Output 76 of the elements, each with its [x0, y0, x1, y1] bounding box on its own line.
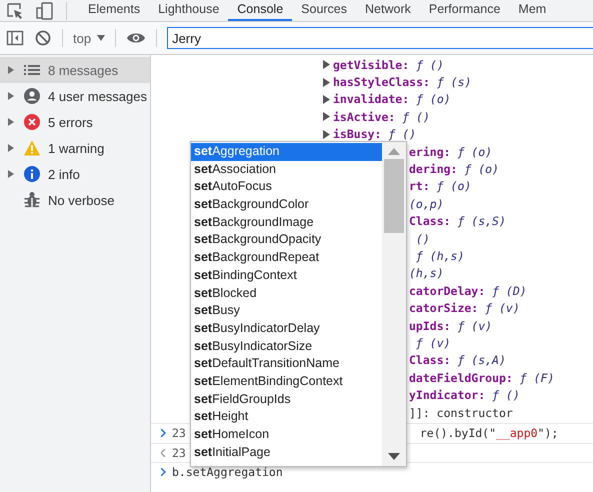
suggestion-item[interactable]: setBackgroundImage [191, 214, 382, 232]
property-line: Class: ƒ (s,A) [409, 353, 506, 368]
tab[interactable]: Sources [292, 0, 356, 21]
property-line: (h,s) [409, 266, 444, 280]
sidebar-item[interactable]: 4 user messages [0, 83, 150, 109]
property-line: isActive: ƒ () [333, 110, 430, 124]
context-selector[interactable]: top [73, 30, 106, 46]
scrollbar[interactable] [382, 142, 406, 466]
property-line: hasStyleClass: ƒ (s) [333, 75, 472, 90]
property-line: dering: ƒ (o) [409, 162, 499, 176]
scrollbar-thumb[interactable] [384, 159, 404, 233]
inspect-icon[interactable] [6, 2, 24, 20]
suggestion-item[interactable]: setInitialPage [191, 444, 382, 462]
prompt-icon [161, 429, 166, 438]
property-line: invalidate: ƒ (o) [333, 92, 451, 106]
property-line: ]]: constructor [409, 406, 513, 420]
suggestion-item[interactable]: setBackgroundOpacity [191, 231, 382, 250]
filter-input[interactable]: Jerry [167, 27, 593, 49]
scroll-down-icon[interactable] [388, 453, 400, 460]
property-line: rt: ƒ (o) [409, 179, 472, 194]
tab[interactable]: Performance [420, 0, 510, 21]
suggestion-item[interactable]: setBusyIndicatorSize [191, 338, 382, 356]
sidebar-item[interactable]: No verbose [0, 187, 150, 213]
property-line: (o,p) [409, 196, 444, 211]
suggestion-item[interactable]: setFieldGroupIds [191, 390, 382, 408]
suggestion-item[interactable]: setHeight [191, 408, 382, 426]
suggestion-item[interactable]: setBusyIndicatorDelay [191, 320, 382, 338]
prompt-icon [161, 468, 166, 476]
suggestion-item[interactable]: setAssociation [191, 160, 382, 178]
tab[interactable]: Mem [509, 0, 556, 21]
property-line: getVisible: ƒ () [333, 58, 444, 72]
suggestion-item[interactable]: setElementBindingContext [191, 372, 382, 391]
suggestion-item[interactable]: setBusy [191, 302, 382, 320]
suggestion-item[interactable]: setDefaultTransitionName [191, 355, 382, 373]
suggestion-item[interactable]: setBlocked [191, 284, 382, 302]
suggestion-item[interactable]: setBackgroundRepeat [191, 249, 382, 267]
sidebar-item[interactable]: 8 messages [0, 57, 150, 83]
sidebar-toggle-icon[interactable] [6, 29, 24, 47]
tab[interactable]: Lighthouse [149, 0, 228, 21]
clear-icon[interactable] [34, 29, 52, 47]
property-line: ƒ (v) [414, 336, 451, 350]
suggestion-item[interactable]: setAggregation [191, 143, 382, 161]
context-label: top [73, 30, 92, 46]
tab[interactable]: Network [356, 0, 420, 21]
code-line: re().byId("__app0"); [420, 426, 558, 440]
sidebar-item[interactable]: 1 warning [0, 135, 150, 161]
property-line: ering: ƒ (o) [409, 144, 492, 159]
error-icon [24, 114, 40, 130]
property-line: catorSize: ƒ (v) [409, 301, 520, 316]
code-line: b.setAggregation [172, 465, 283, 480]
eye-icon[interactable] [126, 31, 146, 45]
suggestion-item[interactable]: setBindingContext [191, 266, 382, 284]
property-line: yIndicator: ƒ () [409, 388, 520, 402]
warning-icon [24, 140, 40, 156]
caret-icon [97, 35, 106, 41]
user-icon [24, 88, 40, 104]
property-line: dateFieldGroup: ƒ (F) [409, 370, 554, 385]
code-text: 23 [172, 426, 186, 440]
property-line: ƒ (h,s) [414, 248, 464, 263]
suggestion-item[interactable]: setBackgroundColor [191, 196, 382, 214]
property-line: Class: ƒ (s,S) [409, 214, 506, 228]
suggestion-item[interactable]: setAutoFocus [191, 178, 382, 196]
property-line: isBusy: ƒ () [333, 127, 416, 142]
property-line: catorDelay: ƒ (D) [409, 284, 527, 298]
tab[interactable]: Elements [79, 0, 150, 21]
bug-icon [24, 192, 40, 208]
code-text: 23 [172, 446, 186, 460]
info-icon [24, 166, 40, 182]
list-icon [24, 64, 40, 76]
property-line: () [414, 232, 430, 246]
property-line: upIds: ƒ (v) [409, 318, 492, 333]
result-icon [161, 448, 166, 457]
sidebar-item[interactable]: 2 info [0, 161, 150, 187]
sidebar-item[interactable]: 5 errors [0, 109, 150, 135]
suggestion-item[interactable]: setHomeIcon [191, 426, 382, 444]
device-icon[interactable] [36, 2, 54, 20]
